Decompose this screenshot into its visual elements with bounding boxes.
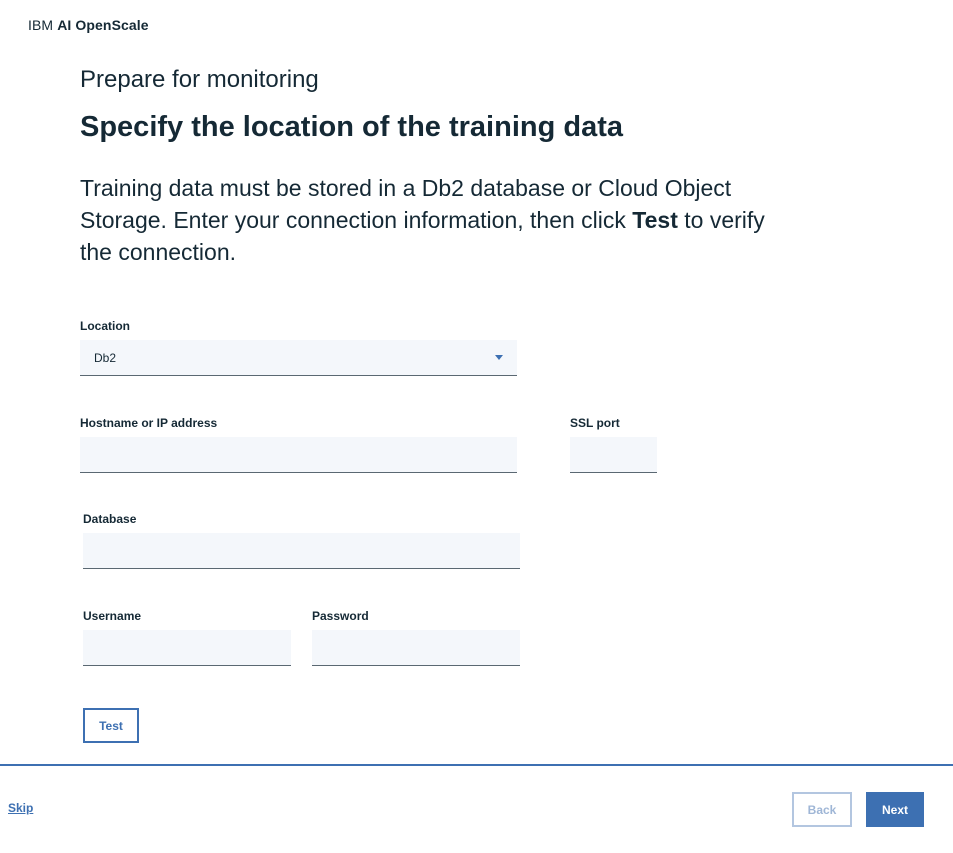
password-label: Password xyxy=(312,609,369,623)
next-button[interactable]: Next xyxy=(866,792,924,827)
brand-logo: IBM AI OpenScale xyxy=(28,17,149,33)
chevron-down-icon xyxy=(495,355,503,360)
intro-text: Training data must be stored in a Db2 da… xyxy=(80,172,800,268)
hostname-input[interactable] xyxy=(80,437,517,473)
username-label: Username xyxy=(83,609,142,623)
location-selected-value: Db2 xyxy=(94,350,117,365)
database-input[interactable] xyxy=(83,533,520,569)
brand-prefix: IBM xyxy=(28,17,54,33)
skip-link[interactable]: Skip xyxy=(8,801,33,815)
footer-divider xyxy=(0,764,953,766)
database-label: Database xyxy=(83,512,137,526)
location-label: Location xyxy=(80,319,130,333)
location-select[interactable]: Db2 xyxy=(80,340,517,376)
wizard-page: IBM AI OpenScale Prepare for monitoring … xyxy=(0,0,953,853)
step-label: Prepare for monitoring xyxy=(80,66,319,93)
test-button[interactable]: Test xyxy=(83,708,139,743)
password-input[interactable] xyxy=(312,630,520,666)
page-title: Specify the location of the training dat… xyxy=(80,111,623,143)
intro-text-bold: Test xyxy=(632,207,678,233)
ssl-port-input[interactable] xyxy=(570,437,657,473)
back-button[interactable]: Back xyxy=(792,792,852,827)
hostname-label: Hostname or IP address xyxy=(80,416,218,430)
username-input[interactable] xyxy=(83,630,291,666)
brand-name: AI OpenScale xyxy=(57,17,149,33)
ssl-port-label: SSL port xyxy=(570,416,620,430)
